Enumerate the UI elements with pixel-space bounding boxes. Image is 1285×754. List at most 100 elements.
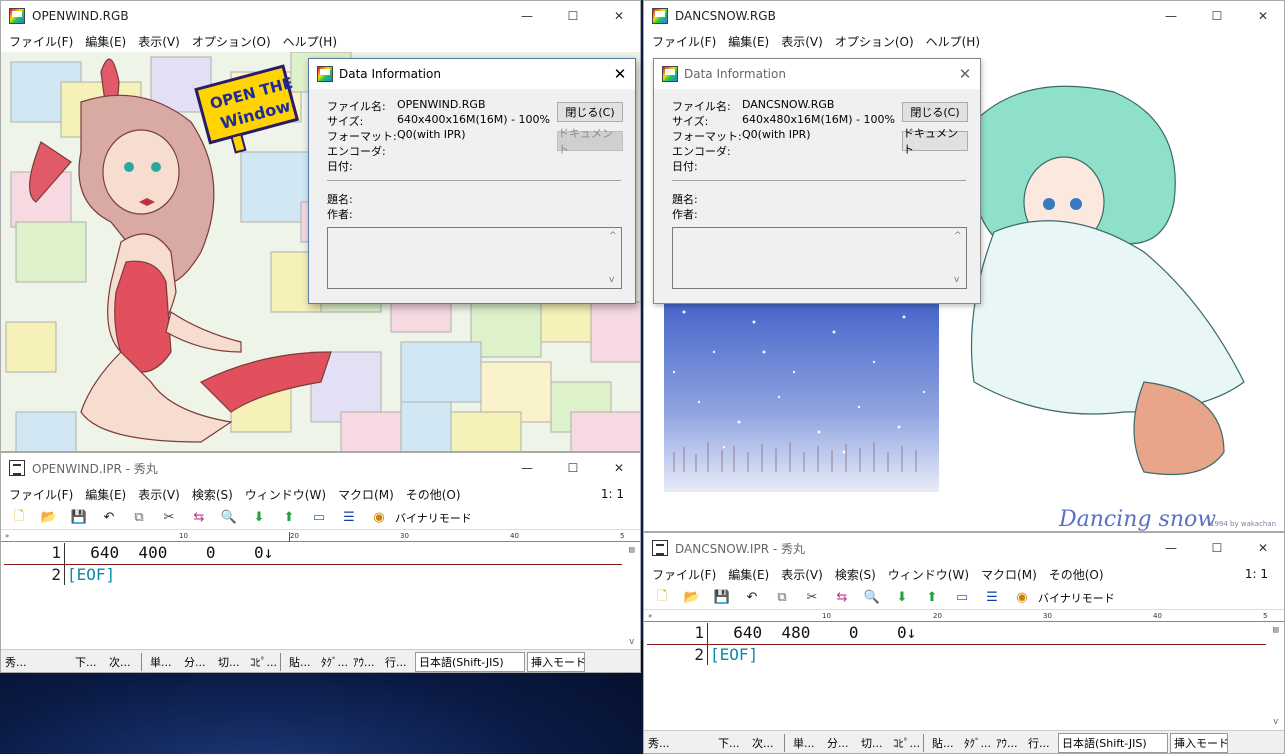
binary-mode-icon[interactable]: ◉ bbox=[367, 508, 391, 528]
close-button[interactable]: ✕ bbox=[596, 453, 640, 483]
paste-icon[interactable]: ⇆ bbox=[830, 588, 854, 608]
status-item[interactable]: 秀... bbox=[644, 733, 714, 753]
status-item[interactable]: ｺﾋﾟ... bbox=[246, 652, 277, 672]
close-dialog-button[interactable]: 閉じる(C) bbox=[902, 102, 968, 122]
status-item[interactable]: 下... bbox=[71, 652, 105, 672]
text-area-scrollbar[interactable]: ^ v bbox=[950, 228, 966, 288]
new-file-icon[interactable]: 🗋 bbox=[650, 588, 674, 608]
menu-edit[interactable]: 編集(E) bbox=[728, 33, 769, 50]
close-button[interactable]: ✕ bbox=[1240, 533, 1284, 563]
document-button[interactable]: ドキュメント bbox=[557, 127, 623, 156]
dialog-close-icon[interactable]: ✕ bbox=[950, 59, 980, 89]
menu-macro[interactable]: マクロ(M) bbox=[338, 486, 394, 503]
binary-mode-label[interactable]: バイナリモード bbox=[395, 510, 472, 526]
open-folder-icon[interactable]: 📂 bbox=[680, 588, 704, 608]
scroll-down-icon[interactable]: v bbox=[1273, 717, 1278, 727]
menu-file[interactable]: ファイル(F) bbox=[9, 486, 73, 503]
document-text-area[interactable]: ^ v bbox=[672, 227, 967, 289]
status-item[interactable]: 貼... bbox=[285, 652, 317, 672]
search-next-icon[interactable]: ⬇ bbox=[890, 588, 914, 608]
text-area-scrollbar[interactable]: ^ v bbox=[605, 228, 621, 288]
status-item[interactable]: ｱｳ... bbox=[349, 652, 381, 672]
menu-help[interactable]: ヘルプ(H) bbox=[926, 33, 980, 50]
minimize-button[interactable]: — bbox=[504, 453, 550, 483]
undo-icon[interactable]: ↶ bbox=[97, 508, 121, 528]
status-item[interactable]: 分... bbox=[823, 733, 857, 753]
save-icon[interactable]: 💾 bbox=[67, 508, 91, 528]
insert-mode-indicator[interactable]: 挿入モード bbox=[527, 651, 586, 672]
maximize-button[interactable]: ☐ bbox=[1194, 1, 1240, 31]
search-prev-icon[interactable]: ⬆ bbox=[277, 508, 301, 528]
search-icon[interactable]: 🔍 bbox=[217, 508, 241, 528]
menu-other[interactable]: その他(O) bbox=[1049, 566, 1104, 583]
status-item[interactable]: ﾀｸﾞ... bbox=[960, 733, 992, 753]
status-item[interactable]: 行... bbox=[381, 652, 413, 672]
scroll-down-icon[interactable]: v bbox=[609, 275, 614, 285]
document-button[interactable]: ドキュメント bbox=[902, 127, 968, 156]
document-text-area[interactable]: ^ v bbox=[327, 227, 622, 289]
menu-window[interactable]: ウィンドウ(W) bbox=[245, 486, 326, 503]
maximize-button[interactable]: ☐ bbox=[550, 453, 596, 483]
menu-search[interactable]: 検索(S) bbox=[835, 566, 876, 583]
status-item[interactable]: ｱｳ... bbox=[992, 733, 1024, 753]
status-item[interactable]: 切... bbox=[857, 733, 889, 753]
menu-search[interactable]: 検索(S) bbox=[192, 486, 233, 503]
cut-icon[interactable]: ✂ bbox=[800, 588, 824, 608]
status-item[interactable]: ﾀｸﾞ... bbox=[317, 652, 349, 672]
undo-icon[interactable]: ↶ bbox=[740, 588, 764, 608]
status-item[interactable]: ｺﾋﾟ... bbox=[889, 733, 920, 753]
menu-view[interactable]: 表示(V) bbox=[781, 33, 823, 50]
menu-macro[interactable]: マクロ(M) bbox=[981, 566, 1037, 583]
status-item[interactable]: 貼... bbox=[928, 733, 960, 753]
menu-options[interactable]: オプション(O) bbox=[192, 33, 271, 50]
menu-options[interactable]: オプション(O) bbox=[835, 33, 914, 50]
menu-view[interactable]: 表示(V) bbox=[138, 33, 180, 50]
cut-icon[interactable]: ✂ bbox=[157, 508, 181, 528]
scroll-down-icon[interactable]: v bbox=[629, 637, 634, 647]
binary-mode-icon[interactable]: ◉ bbox=[1010, 588, 1034, 608]
search-prev-icon[interactable]: ⬆ bbox=[920, 588, 944, 608]
encoding-indicator[interactable]: 日本語(Shift-JIS) bbox=[1058, 732, 1168, 753]
insert-mode-indicator[interactable]: 挿入モード bbox=[1170, 732, 1229, 753]
close-button[interactable]: ✕ bbox=[1240, 1, 1284, 31]
paste-icon[interactable]: ⇆ bbox=[187, 508, 211, 528]
status-item[interactable]: 単... bbox=[146, 652, 180, 672]
status-item[interactable]: 次... bbox=[105, 652, 137, 672]
status-item[interactable]: 単... bbox=[789, 733, 823, 753]
menu-view[interactable]: 表示(V) bbox=[138, 486, 180, 503]
close-button[interactable]: ✕ bbox=[596, 1, 640, 31]
copy-icon[interactable]: ⧉ bbox=[127, 508, 151, 528]
status-item[interactable]: 下... bbox=[714, 733, 748, 753]
scroll-up-icon[interactable]: ^ bbox=[609, 231, 617, 241]
scroll-up-icon[interactable]: ▤ bbox=[629, 545, 634, 555]
maximize-button[interactable]: ☐ bbox=[550, 1, 596, 31]
save-icon[interactable]: 💾 bbox=[710, 588, 734, 608]
menu-file[interactable]: ファイル(F) bbox=[652, 566, 716, 583]
status-item[interactable]: 切... bbox=[214, 652, 246, 672]
vertical-scrollbar[interactable]: ▤ v bbox=[1270, 623, 1284, 729]
text-editor-area[interactable]: 1 640 480 0 0↓ 2 [EOF] ▤ v bbox=[644, 623, 1284, 729]
new-file-icon[interactable]: 🗋 bbox=[7, 508, 31, 528]
window-split-icon[interactable]: ☰ bbox=[980, 588, 1004, 608]
tag-jump-icon[interactable]: ▭ bbox=[307, 508, 331, 528]
menu-edit[interactable]: 編集(E) bbox=[728, 566, 769, 583]
dialog-title-bar[interactable]: Data Information ✕ bbox=[654, 59, 980, 89]
status-item[interactable]: 秀... bbox=[1, 652, 71, 672]
maximize-button[interactable]: ☐ bbox=[1194, 533, 1240, 563]
status-item[interactable]: 次... bbox=[748, 733, 780, 753]
scroll-up-icon[interactable]: ▤ bbox=[1273, 625, 1278, 635]
status-item[interactable]: 分... bbox=[180, 652, 214, 672]
menu-other[interactable]: その他(O) bbox=[406, 486, 461, 503]
binary-mode-label[interactable]: バイナリモード bbox=[1038, 590, 1115, 606]
scroll-up-icon[interactable]: ^ bbox=[954, 231, 962, 241]
text-editor-area[interactable]: 1 640 400 0 0↓ 2 [EOF] ▤ v bbox=[1, 543, 640, 649]
menu-file[interactable]: ファイル(F) bbox=[652, 33, 716, 50]
minimize-button[interactable]: — bbox=[1148, 533, 1194, 563]
scroll-down-icon[interactable]: v bbox=[954, 275, 959, 285]
dialog-close-icon[interactable]: ✕ bbox=[605, 59, 635, 89]
menu-help[interactable]: ヘルプ(H) bbox=[283, 33, 337, 50]
menu-edit[interactable]: 編集(E) bbox=[85, 33, 126, 50]
search-icon[interactable]: 🔍 bbox=[860, 588, 884, 608]
search-next-icon[interactable]: ⬇ bbox=[247, 508, 271, 528]
menu-edit[interactable]: 編集(E) bbox=[85, 486, 126, 503]
